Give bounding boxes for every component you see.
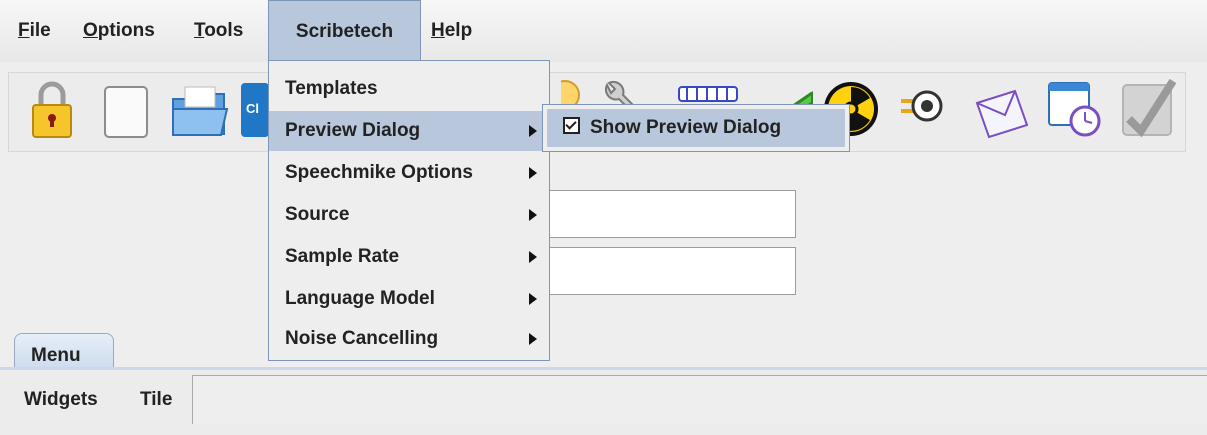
menu-item-noise-cancelling-label: Noise Cancelling [285, 328, 439, 349]
menu-item-language-model-label: Language Model [285, 288, 435, 309]
plug-icon[interactable] [899, 73, 949, 151]
menu-item-sample-rate-label: Sample Rate [285, 246, 400, 267]
show-preview-dialog-label: Show Preview Dialog [590, 117, 782, 138]
menu-help-label: elp [444, 20, 473, 41]
menu-file-label: ile [29, 20, 51, 41]
submenu-arrow-icon [529, 125, 537, 137]
menu-item-source-label: Source [285, 204, 350, 225]
text-field-1[interactable] [548, 190, 796, 238]
blank-document-icon[interactable] [101, 73, 163, 151]
menu-scribetech-label: Scribetech [295, 21, 394, 42]
scribetech-dropdown: Templates Preview Dialog Speechmike Opti… [268, 60, 550, 361]
preview-dialog-submenu: Show Preview Dialog [542, 104, 850, 152]
partial-c-button-icon[interactable]: Cl [241, 73, 269, 151]
widgets-button[interactable]: Widgets [24, 389, 98, 411]
bottom-panel-field [192, 375, 1207, 424]
menu-item-preview-dialog[interactable]: Preview Dialog [269, 111, 549, 151]
partial-button-text: Cl [246, 101, 259, 116]
submenu-arrow-icon [529, 251, 537, 263]
folder-icon[interactable] [169, 73, 231, 151]
submenu-arrow-icon [529, 209, 537, 221]
menu-item-preview-dialog-label: Preview Dialog [285, 120, 421, 141]
submenu-arrow-icon [529, 333, 537, 345]
menu-item-speechmike-options[interactable]: Speechmike Options [269, 153, 549, 193]
menu-item-speechmike-options-label: Speechmike Options [285, 162, 473, 183]
menu-options-label: ptions [97, 20, 155, 41]
checkbox-checked-icon [563, 117, 580, 134]
clock-window-icon[interactable] [1045, 73, 1107, 151]
text-field-2[interactable] [548, 247, 796, 295]
submenu-arrow-icon [529, 167, 537, 179]
lock-icon[interactable] [27, 73, 89, 151]
menu-help[interactable]: Help [425, 0, 478, 62]
submenu-arrow-icon [529, 293, 537, 305]
menu-help-mnemonic: H [431, 20, 445, 41]
menu-item-source[interactable]: Source [269, 195, 549, 235]
menu-item-sample-rate[interactable]: Sample Rate [269, 237, 549, 277]
menu-options-mnemonic: O [83, 20, 98, 41]
menu-file[interactable]: File [12, 0, 57, 62]
menu-item-noise-cancelling[interactable]: Noise Cancelling [269, 319, 549, 359]
tab-menu-label: Menu [31, 345, 81, 366]
menu-bar: File Options Tools Scribetech Help [0, 0, 1207, 62]
tile-button[interactable]: Tile [140, 389, 172, 411]
show-preview-dialog-checkbox-item[interactable]: Show Preview Dialog [547, 109, 845, 147]
menu-file-mnemonic: F [18, 20, 30, 41]
menu-item-templates-label: Templates [285, 78, 378, 99]
disabled-check-icon [1119, 73, 1181, 151]
menu-item-templates[interactable]: Templates [269, 69, 549, 109]
menu-scribetech[interactable]: Scribetech [268, 0, 421, 62]
menu-item-language-model[interactable]: Language Model [269, 279, 549, 319]
menu-tools-mnemonic: T [194, 20, 205, 41]
menu-options[interactable]: Options [77, 0, 161, 62]
menu-tools[interactable]: Tools [188, 0, 249, 62]
envelope-icon[interactable] [971, 73, 1033, 151]
menu-tools-label: ools [204, 20, 244, 41]
